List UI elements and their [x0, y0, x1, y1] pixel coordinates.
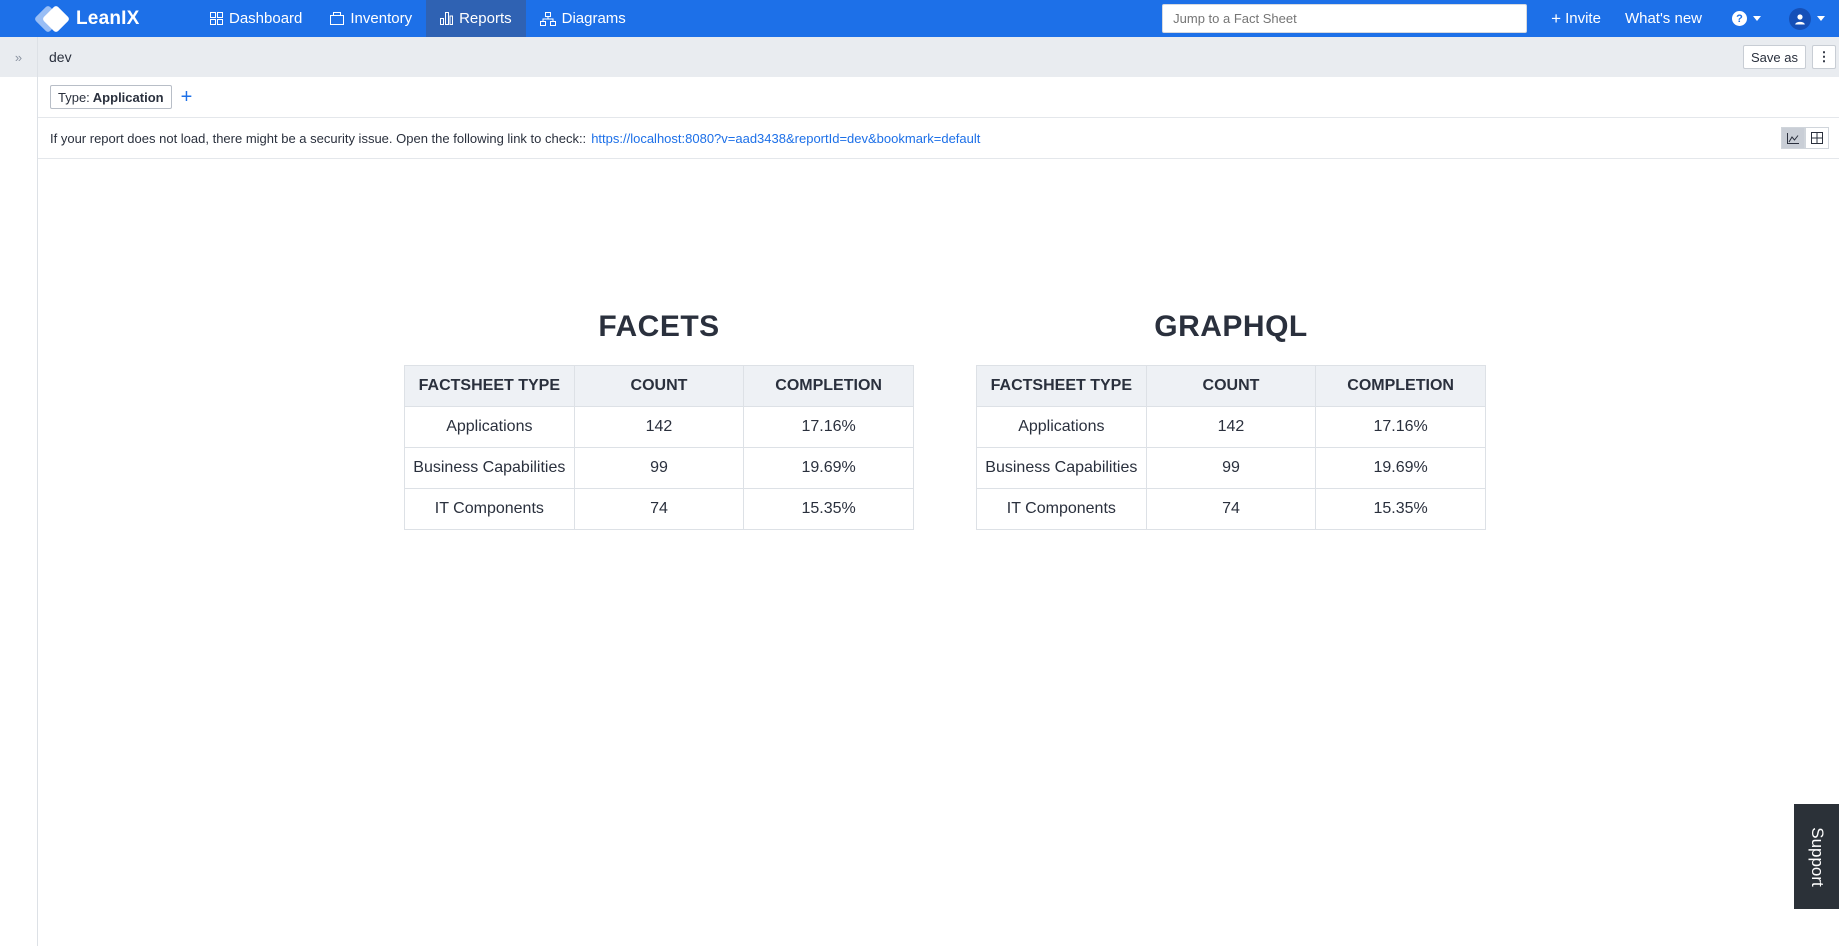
user-menu-button[interactable] [1777, 0, 1837, 37]
check-link[interactable]: https://localhost:8080?v=aad3438&reportI… [591, 131, 980, 146]
column-header: FACTSHEET TYPE [976, 365, 1147, 407]
notice-text: If your report does not load, there migh… [50, 130, 587, 146]
type-filter-chip[interactable]: Type: Application [50, 85, 172, 109]
table-row: IT Components 74 15.35% [976, 488, 1486, 530]
table-cell: 19.69% [1315, 447, 1486, 489]
table-cell: 15.35% [1315, 488, 1486, 530]
graphql-panel: GRAPHQL FACTSHEET TYPE COUNT COMPLETION … [976, 300, 1486, 530]
table-cell: Applications [404, 406, 575, 448]
invite-button[interactable]: + Invite [1539, 0, 1613, 37]
table-cell: 19.69% [743, 447, 914, 489]
graphql-table: FACTSHEET TYPE COUNT COMPLETION Applicat… [976, 365, 1486, 530]
expand-sidebar-button[interactable]: » [0, 37, 37, 77]
support-tab[interactable]: Support [1794, 804, 1839, 909]
table-cell: Business Capabilities [976, 447, 1147, 489]
support-label: Support [1807, 826, 1827, 887]
chart-view-button[interactable] [1781, 127, 1805, 149]
facets-title: FACETS [598, 310, 720, 343]
report-name: dev [49, 49, 72, 65]
table-header-row: FACTSHEET TYPE COUNT COMPLETION [976, 365, 1486, 407]
nav-diagrams[interactable]: Diagrams [526, 0, 640, 37]
filter-value: Application [92, 89, 164, 105]
user-icon [1795, 13, 1805, 24]
table-row: Applications 142 17.16% [976, 406, 1486, 448]
table-view-button[interactable] [1805, 127, 1829, 149]
table-cell: Business Capabilities [404, 447, 575, 489]
table-row: Applications 142 17.16% [404, 406, 914, 448]
table-cell: 142 [1145, 406, 1317, 448]
table-row: IT Components 74 15.35% [404, 488, 914, 530]
logo-icon [33, 4, 71, 33]
column-header: FACTSHEET TYPE [404, 365, 575, 407]
help-icon: ? [1732, 11, 1747, 26]
nav-dashboard-label: Dashboard [229, 10, 303, 27]
table-cell: IT Components [976, 488, 1147, 530]
help-menu-button[interactable]: ? [1720, 0, 1773, 37]
grid-icon [210, 12, 223, 25]
table-row: Business Capabilities 99 19.69% [404, 447, 914, 489]
reports-icon [440, 12, 454, 25]
view-toggle [1781, 127, 1829, 149]
nav-inventory-label: Inventory [350, 10, 413, 27]
inventory-icon [330, 12, 345, 25]
leanix-logo[interactable]: LeanIX [33, 0, 196, 37]
jump-to-factsheet-input[interactable] [1162, 4, 1528, 33]
table-cell: 99 [573, 447, 745, 489]
avatar [1789, 7, 1811, 30]
top-navbar: LeanIX Dashboard Inventory Reports Diagr… [0, 0, 1839, 37]
double-chevron-right-icon: » [14, 49, 23, 65]
whats-new-label: What's new [1624, 10, 1702, 27]
nav-dashboard[interactable]: Dashboard [196, 0, 316, 37]
nav-reports[interactable]: Reports [426, 0, 526, 37]
chevron-down-icon [1753, 16, 1761, 21]
table-cell: IT Components [404, 488, 575, 530]
filter-bar: Type: Application + [38, 77, 1839, 118]
security-notice: If your report does not load, there migh… [38, 118, 1839, 159]
brand-name: LeanIX [76, 7, 140, 29]
table-row: Business Capabilities 99 19.69% [976, 447, 1486, 489]
facets-panel: FACETS FACTSHEET TYPE COUNT COMPLETION A… [404, 300, 914, 530]
graphql-title: GRAPHQL [1154, 310, 1308, 343]
table-cell: 17.16% [743, 406, 914, 448]
table-cell: 17.16% [1315, 406, 1486, 448]
column-header: COMPLETION [1315, 365, 1486, 407]
table-cell: 142 [573, 406, 745, 448]
nav-reports-label: Reports [459, 10, 512, 27]
table-icon [1811, 132, 1823, 144]
chevron-down-icon [1817, 16, 1825, 21]
whats-new-button[interactable]: What's new [1613, 0, 1714, 37]
chart-icon [1787, 132, 1799, 144]
diagram-icon [539, 11, 556, 26]
add-filter-icon[interactable]: + [181, 87, 193, 107]
plus-icon: + [1551, 8, 1562, 28]
left-sidebar: » [0, 37, 38, 946]
table-cell: 15.35% [743, 488, 914, 530]
nav-diagrams-label: Diagrams [561, 10, 626, 27]
nav-inventory[interactable]: Inventory [316, 0, 426, 37]
table-cell: 99 [1145, 447, 1317, 489]
table-header-row: FACTSHEET TYPE COUNT COMPLETION [404, 365, 914, 407]
facets-table: FACTSHEET TYPE COUNT COMPLETION Applicat… [404, 365, 914, 530]
table-cell: 74 [1145, 488, 1317, 530]
filter-prefix: Type: [58, 89, 90, 105]
more-options-button[interactable]: ⋮ [1812, 45, 1836, 69]
invite-label: Invite [1565, 10, 1601, 27]
save-as-button[interactable]: Save as [1743, 45, 1806, 69]
table-cell: 74 [573, 488, 745, 530]
column-header: COMPLETION [743, 365, 914, 407]
column-header: COUNT [1145, 365, 1317, 407]
column-header: COUNT [573, 365, 745, 407]
report-header: dev Save as ⋮ [38, 37, 1839, 77]
table-cell: Applications [976, 406, 1147, 448]
